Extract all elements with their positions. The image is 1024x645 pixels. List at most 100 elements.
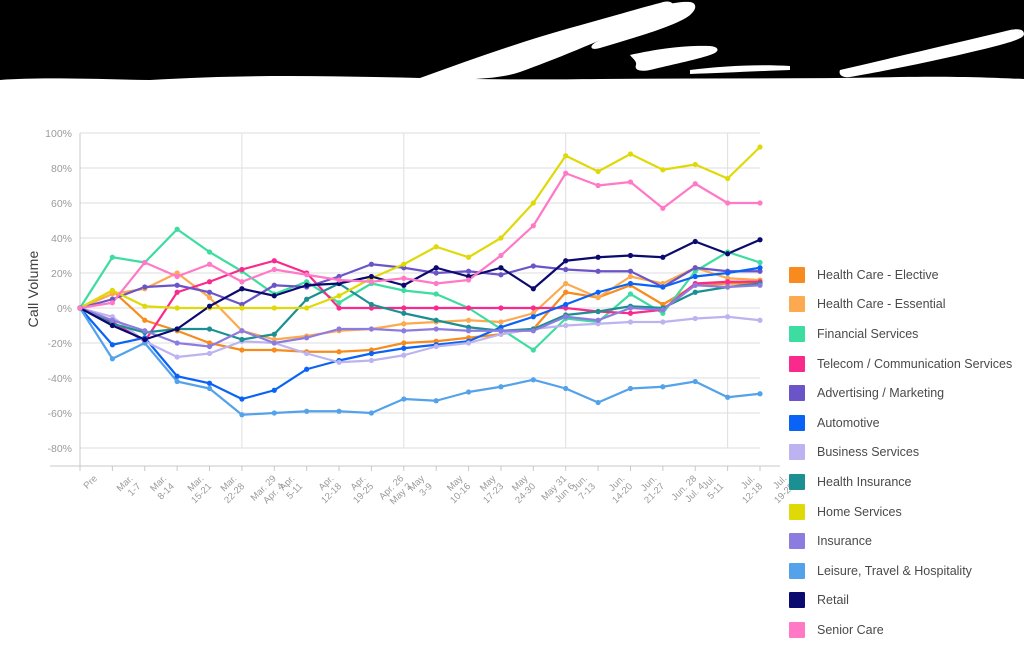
series-point [627,268,634,274]
legend-item-label: Health Care - Essential [817,297,946,312]
series-point [239,305,245,311]
legend-color-swatch [789,444,805,461]
series-point [239,279,245,285]
series-point [206,294,213,301]
series-point [595,317,601,323]
series-line [78,306,762,416]
series-point [692,289,698,295]
legend-item-label: Home Services [817,504,902,519]
series-point [692,378,698,385]
legend-item-label: Insurance [817,534,872,549]
series-point [627,291,634,297]
series-point [271,340,277,346]
legend-item[interactable]: Health Care - Elective [789,260,1021,290]
series-point [109,342,115,348]
series-point [498,384,504,390]
series-point [563,314,569,320]
series-point [660,307,666,313]
redaction-ink-strokes [0,1,1024,85]
series-point [757,237,763,243]
series-point [465,340,472,346]
series-point [692,282,698,288]
chart-container: Call Volume 100% 80% 60% 40% 20% 0% -20%… [0,85,1024,638]
series-point [401,275,407,281]
series-point [109,254,115,260]
series-point [336,349,342,355]
series-point [498,252,504,259]
series-point [563,170,569,176]
series-point [206,279,213,285]
series-point [271,293,277,299]
series-point [757,317,763,323]
series-point [595,399,601,406]
series-point [206,343,213,350]
series-point [368,350,375,357]
series-point [563,289,569,295]
series-point [109,287,115,294]
legend-item[interactable]: Telecom / Communication Services [789,349,1021,379]
series-point [206,249,213,255]
series-point [239,286,245,292]
legend-item[interactable]: Senior Care [789,615,1021,645]
series-point [109,322,115,329]
series-point [109,356,115,362]
series-point [239,412,245,418]
legend-item[interactable]: Home Services [789,497,1021,527]
legend-item[interactable]: Health Care - Essential [789,290,1021,320]
series-point [401,352,407,358]
series-point [563,280,569,287]
legend-item[interactable]: Retail [789,586,1021,616]
chart-legend: Health Care - Elective Health Care - Esse… [789,260,1021,645]
series-point [627,179,634,185]
series-point [498,272,504,278]
series-point [336,408,342,414]
legend-item[interactable]: Automotive [789,408,1021,438]
series-point [174,326,180,332]
series-point [530,328,536,334]
series-point [174,273,180,280]
series-point [433,291,439,297]
series-point [206,326,213,332]
legend-item[interactable]: Leisure, Travel & Hospitality [789,556,1021,586]
legend-item[interactable]: Advertising / Marketing [789,378,1021,408]
series-point [595,294,601,301]
series-point [433,244,439,250]
series-point [271,410,277,416]
series-point [563,266,569,273]
series-point [206,380,213,386]
series-point [401,321,407,327]
series-point [692,315,698,322]
series-point [142,284,148,290]
series-point [757,282,763,288]
series-point [174,378,180,385]
series-point [142,303,148,309]
series-point [336,300,342,306]
series-point [271,305,277,311]
series-point [660,205,666,211]
series-point [660,384,666,390]
legend-item-label: Health Insurance [817,474,912,489]
series-point [174,282,180,288]
series-point [271,282,277,288]
series-point [595,268,601,274]
series-point [142,328,148,334]
legend-color-swatch [789,385,805,402]
series-point [336,305,342,311]
legend-item[interactable]: Financial Services [789,319,1021,349]
legend-color-swatch [789,473,805,490]
series-point [336,293,342,299]
legend-item[interactable]: Health Insurance [789,467,1021,497]
series-point [433,317,439,323]
series-point [692,181,698,187]
series-point [563,322,569,329]
legend-item[interactable]: Insurance [789,526,1021,556]
series-point [465,277,472,283]
legend-color-swatch [789,592,805,609]
legend-item[interactable]: Business Services [789,438,1021,468]
series-point [498,328,504,334]
series-point [465,268,472,274]
series-point [595,182,601,189]
legend-item-label: Automotive [817,415,880,430]
series-point [239,266,245,273]
legend-color-swatch [789,503,805,520]
